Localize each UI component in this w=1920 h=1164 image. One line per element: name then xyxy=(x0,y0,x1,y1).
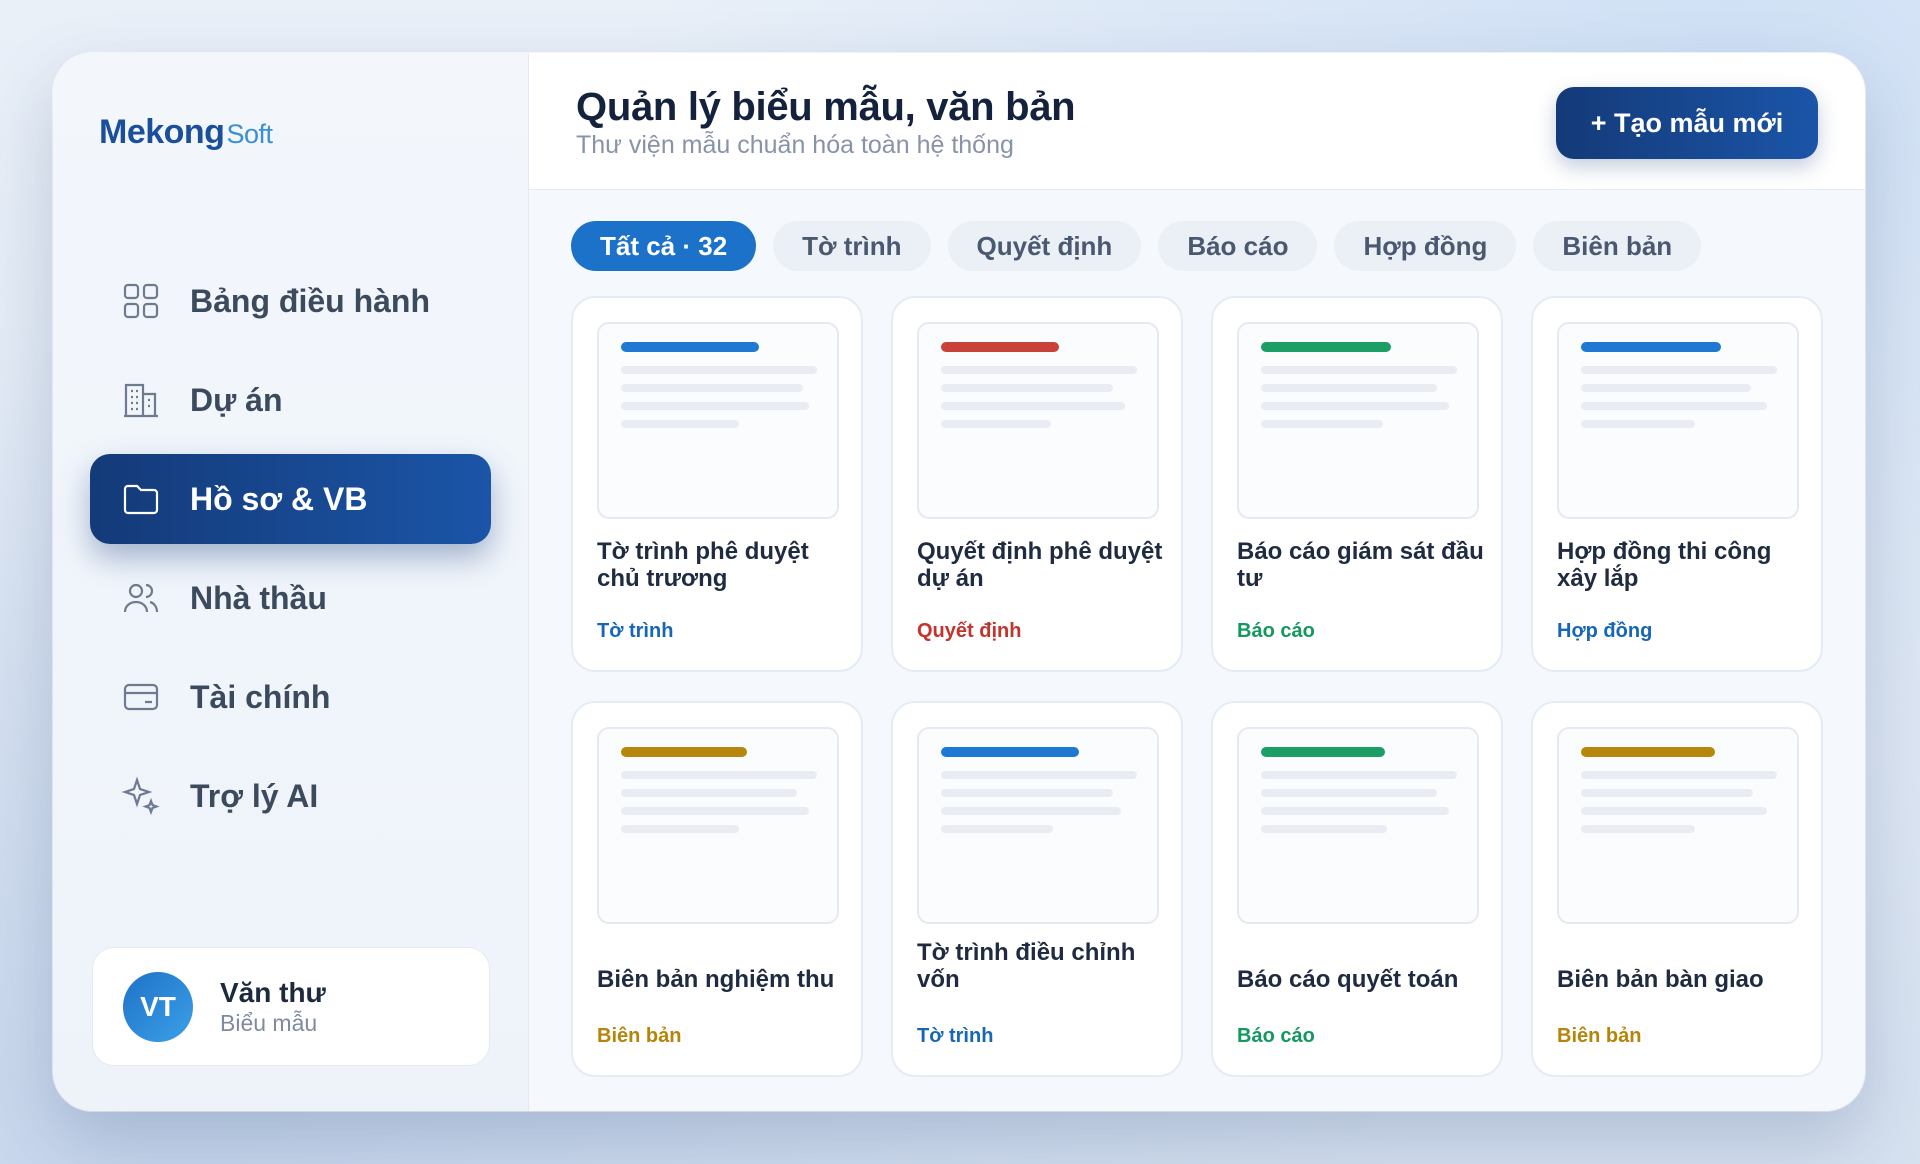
preview-header-bar xyxy=(621,747,747,757)
sidebar-item-finance[interactable]: Tài chính xyxy=(90,652,491,742)
document-preview xyxy=(1557,322,1799,519)
sidebar-item-dashboard[interactable]: Bảng điều hành xyxy=(90,256,491,346)
logo-suffix: Soft xyxy=(226,119,273,149)
template-category-tag: Biên bản xyxy=(597,1025,682,1047)
preview-header-bar xyxy=(1581,342,1721,352)
sidebar-item-label: Tài chính xyxy=(190,678,331,715)
page-subtitle: Thư viện mẫu chuẩn hóa toàn hệ thống xyxy=(576,131,1014,159)
template-grid: Tờ trình phê duyệt chủ trương Tờ trình Q… xyxy=(571,296,1823,1077)
app-window: MekongSoft Bảng điều hành Dự án Hồ sơ & … xyxy=(53,53,1865,1111)
document-preview xyxy=(917,322,1159,519)
tab-quyet-dinh[interactable]: Quyết định xyxy=(947,221,1142,271)
document-preview xyxy=(1557,727,1799,924)
template-category-tag: Biên bản xyxy=(1557,1025,1642,1047)
template-category-tag: Báo cáo xyxy=(1237,620,1315,642)
template-card[interactable]: Quyết định phê duyệt dự án Quyết định xyxy=(891,296,1183,672)
sidebar-item-projects[interactable]: Dự án xyxy=(90,355,491,445)
template-title: Báo cáo giám sát đầu tư xyxy=(1237,538,1484,592)
template-title: Báo cáo quyết toán xyxy=(1237,966,1459,993)
user-name: Văn thư xyxy=(220,976,326,1008)
tab-bien-ban[interactable]: Biên bản xyxy=(1533,221,1702,271)
sidebar-item-label: Dự án xyxy=(190,381,283,418)
template-title: Biên bản bàn giao xyxy=(1557,966,1764,993)
building-icon xyxy=(120,379,162,421)
avatar: VT xyxy=(123,971,193,1042)
document-preview xyxy=(1237,322,1479,519)
filter-tabs: Tất cả · 32 Tờ trình Quyết định Báo cáo … xyxy=(571,221,1702,271)
page-header: Quản lý biểu mẫu, văn bản Thư viện mẫu c… xyxy=(529,53,1865,190)
sidebar-item-documents[interactable]: Hồ sơ & VB xyxy=(90,454,491,544)
users-icon xyxy=(120,577,162,619)
template-card[interactable]: Biên bản nghiệm thu Biên bản xyxy=(571,701,863,1077)
preview-header-bar xyxy=(1261,342,1391,352)
template-category-tag: Quyết định xyxy=(917,620,1022,642)
document-preview xyxy=(597,727,839,924)
user-profile-card[interactable]: VT Văn thư Biểu mẫu xyxy=(92,947,490,1066)
tab-to-trinh[interactable]: Tờ trình xyxy=(773,221,931,271)
template-category-tag: Tờ trình xyxy=(917,1025,994,1047)
preview-header-bar xyxy=(621,342,759,352)
template-card[interactable]: Báo cáo quyết toán Báo cáo xyxy=(1211,701,1503,1077)
document-preview xyxy=(1237,727,1479,924)
template-card[interactable]: Tờ trình phê duyệt chủ trương Tờ trình xyxy=(571,296,863,672)
sidebar-item-label: Trợ lý AI xyxy=(190,777,319,814)
sparkle-icon xyxy=(120,775,162,817)
document-preview xyxy=(917,727,1159,924)
dashboard-grid-icon xyxy=(120,280,162,322)
tab-bao-cao[interactable]: Báo cáo xyxy=(1158,221,1318,271)
folder-icon xyxy=(120,478,162,520)
logo-main: Mekong xyxy=(99,113,225,151)
preview-header-bar xyxy=(1261,747,1385,757)
template-title: Biên bản nghiệm thu xyxy=(597,966,835,993)
template-category-tag: Tờ trình xyxy=(597,620,674,642)
sidebar-nav: Bảng điều hành Dự án Hồ sơ & VB Nhà thầu xyxy=(90,256,491,850)
template-card[interactable]: Báo cáo giám sát đầu tư Báo cáo xyxy=(1211,296,1503,672)
sidebar-item-label: Nhà thầu xyxy=(190,579,327,616)
card-icon xyxy=(120,676,162,718)
preview-header-bar xyxy=(1581,747,1715,757)
tab-all[interactable]: Tất cả · 32 xyxy=(571,221,757,271)
template-card[interactable]: Biên bản bàn giao Biên bản xyxy=(1531,701,1823,1077)
template-title: Hợp đồng thi công xây lắp xyxy=(1557,538,1772,592)
template-category-tag: Hợp đồng xyxy=(1557,620,1653,642)
template-card[interactable]: Hợp đồng thi công xây lắp Hợp đồng xyxy=(1531,296,1823,672)
template-card[interactable]: Tờ trình điều chỉnh vốn Tờ trình xyxy=(891,701,1183,1077)
create-template-button[interactable]: + Tạo mẫu mới xyxy=(1556,87,1818,159)
document-preview xyxy=(597,322,839,519)
user-role: Biểu mẫu xyxy=(220,1009,318,1036)
template-category-tag: Báo cáo xyxy=(1237,1025,1315,1047)
template-title: Tờ trình phê duyệt chủ trương xyxy=(597,538,809,592)
template-title: Quyết định phê duyệt dự án xyxy=(917,538,1163,592)
preview-header-bar xyxy=(941,342,1059,352)
template-title: Tờ trình điều chỉnh vốn xyxy=(917,939,1136,993)
preview-header-bar xyxy=(941,747,1079,757)
sidebar-item-contractors[interactable]: Nhà thầu xyxy=(90,553,491,643)
sidebar-item-ai-assistant[interactable]: Trợ lý AI xyxy=(90,751,491,841)
sidebar-item-label: Bảng điều hành xyxy=(190,282,430,319)
sidebar-item-label: Hồ sơ & VB xyxy=(190,480,368,517)
main-content: Quản lý biểu mẫu, văn bản Thư viện mẫu c… xyxy=(529,53,1865,1111)
page-title: Quản lý biểu mẫu, văn bản xyxy=(576,85,1076,129)
sidebar: MekongSoft Bảng điều hành Dự án Hồ sơ & … xyxy=(53,53,529,1111)
logo: MekongSoft xyxy=(99,113,273,152)
tab-hop-dong[interactable]: Hợp đồng xyxy=(1334,221,1517,271)
